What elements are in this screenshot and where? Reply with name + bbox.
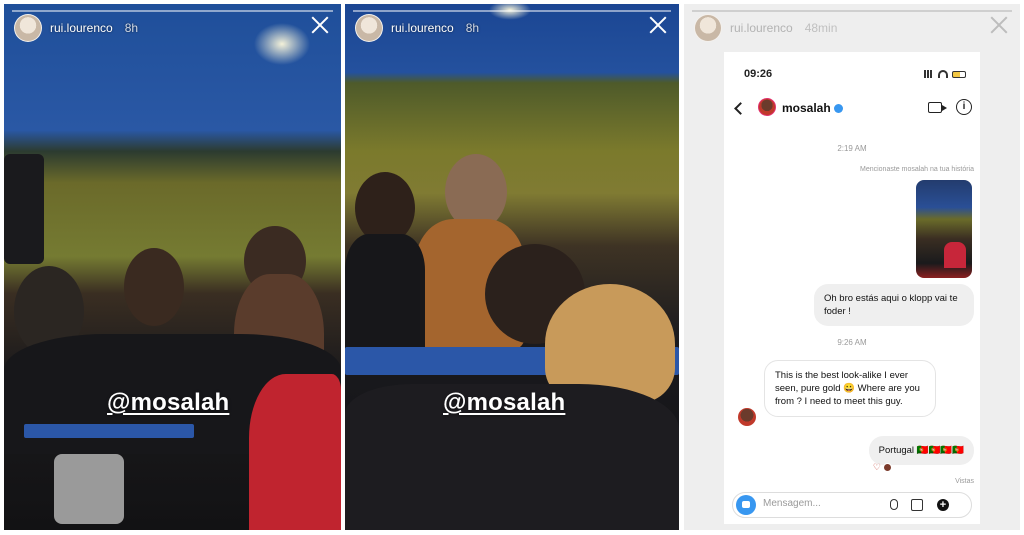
- seen-indicator: Vistas: [955, 478, 974, 485]
- bar-counter: [24, 424, 194, 438]
- close-icon[interactable]: [311, 16, 329, 34]
- contact-name[interactable]: mosalah: [782, 101, 843, 115]
- reactor-avatar: [883, 463, 892, 472]
- user-avatar[interactable]: [355, 14, 383, 42]
- story-progress-bar: [353, 10, 671, 12]
- close-icon[interactable]: [990, 16, 1008, 34]
- story-header: rui.lourenco 48min: [694, 14, 837, 42]
- speaker: [4, 154, 44, 264]
- verified-badge-icon: [833, 104, 843, 114]
- mention-note: Mencionaste mosalah na tua história: [859, 166, 974, 173]
- person-body: [345, 234, 425, 354]
- story-time: 8h: [124, 21, 139, 35]
- message-incoming: This is the best look-alike I ever seen,…: [764, 360, 936, 417]
- heart-icon: ♡: [872, 462, 881, 472]
- wifi-icon: [938, 70, 948, 78]
- mention-sticker[interactable]: @mosalah: [107, 389, 229, 417]
- story-panel-2: rui.lourenco 8h @mosalah: [345, 4, 679, 530]
- story-panel-1: rui.lourenco 8h @mosalah: [4, 4, 341, 530]
- message-composer: +: [732, 492, 972, 518]
- microphone-icon[interactable]: [887, 499, 899, 511]
- story-time: 8h: [465, 21, 480, 35]
- shared-story-thumbnail[interactable]: [916, 180, 972, 278]
- timestamp: 2:19 AM: [837, 144, 867, 153]
- user-avatar[interactable]: [14, 14, 42, 42]
- story-header: rui.lourenco 8h: [355, 14, 479, 42]
- video-call-icon[interactable]: [928, 102, 947, 113]
- plus-icon[interactable]: +: [937, 499, 949, 511]
- story-photo: [345, 4, 679, 530]
- gallery-icon[interactable]: [911, 499, 923, 511]
- mention-sticker[interactable]: @mosalah: [443, 389, 565, 417]
- info-icon[interactable]: i: [956, 99, 972, 115]
- battery-icon: [952, 70, 966, 78]
- reactions[interactable]: ♡: [873, 462, 892, 473]
- signal-icon: [924, 70, 934, 78]
- contact-avatar[interactable]: [758, 98, 776, 116]
- story-time: 48min: [804, 21, 838, 35]
- dm-screenshot: 09:26 mosalah i 2:19 AM Mencionaste mosa…: [724, 52, 980, 524]
- close-icon[interactable]: [649, 16, 667, 34]
- story-progress-bar: [692, 10, 1012, 12]
- user-avatar[interactable]: [694, 14, 722, 42]
- sender-avatar[interactable]: [738, 408, 756, 426]
- mention-text[interactable]: @mosalah: [107, 389, 229, 416]
- mention-text[interactable]: @mosalah: [443, 389, 565, 416]
- timestamp: 9:26 AM: [837, 338, 867, 347]
- story-panel-3: rui.lourenco 48min 09:26 mosalah i 2:19 …: [684, 4, 1020, 530]
- message-outgoing: Oh bro estás aqui o klopp vai te foder !: [814, 284, 974, 326]
- story-username[interactable]: rui.lourenco: [50, 21, 113, 35]
- camera-icon[interactable]: [736, 495, 756, 515]
- story-username[interactable]: rui.lourenco: [730, 21, 793, 35]
- contact-name-text: mosalah: [782, 101, 831, 115]
- red-jacket: [249, 374, 341, 530]
- back-icon[interactable]: [734, 102, 747, 115]
- story-progress-bar: [12, 10, 333, 12]
- status-icons: [924, 70, 966, 78]
- story-header: rui.lourenco 8h: [14, 14, 138, 42]
- dm-header: mosalah i: [724, 96, 980, 124]
- status-time: 09:26: [744, 68, 773, 80]
- person-head: [124, 248, 184, 326]
- story-username[interactable]: rui.lourenco: [391, 21, 454, 35]
- beer-tap: [54, 454, 124, 524]
- story-photo: [4, 4, 341, 530]
- message-input[interactable]: [763, 498, 873, 509]
- message-outgoing: Portugal 🇵🇹🇵🇹🇵🇹🇵🇹: [868, 436, 974, 465]
